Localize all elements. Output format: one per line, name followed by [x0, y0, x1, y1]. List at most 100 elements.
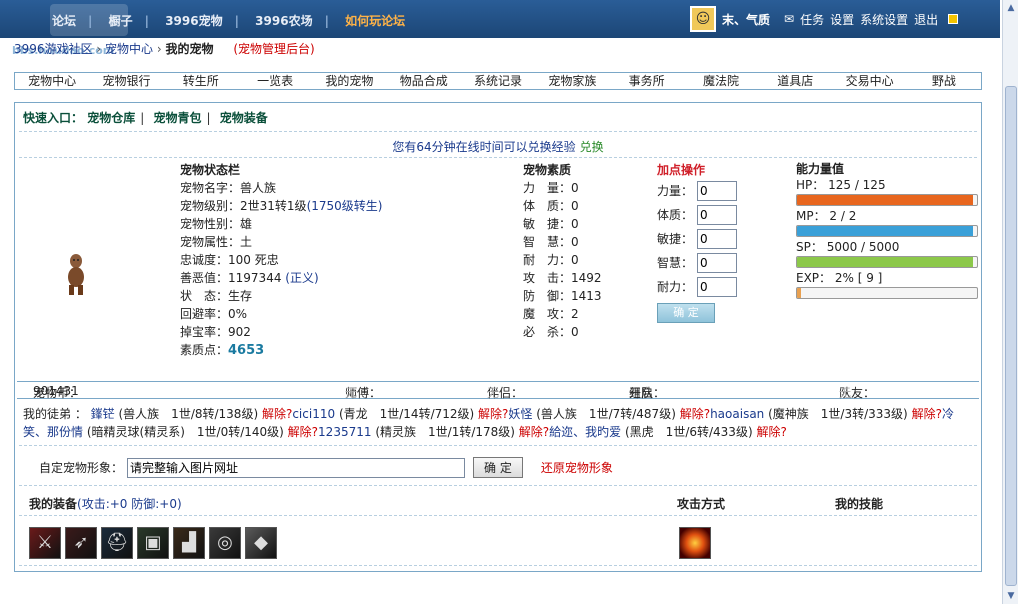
quality-row-critical: 必 杀：0 [523, 325, 579, 339]
divider [19, 515, 977, 516]
disciple-remove-link[interactable]: 解除? [519, 425, 549, 439]
breadcrumb-current: 我的宠物 [165, 42, 214, 56]
top-nav-howto[interactable]: 如何玩论坛 [345, 14, 405, 28]
disciple-remove-link[interactable]: 解除? [680, 407, 710, 421]
disciple-name[interactable]: haoaisan [710, 407, 764, 421]
restore-image-link[interactable]: 还原宠物形象 [541, 459, 613, 476]
quick-link-warehouse[interactable]: 宠物仓库 [87, 111, 135, 125]
admin-link[interactable]: (宠物管理后台) [233, 42, 314, 56]
status-row-state: 状 态：生存 [180, 289, 253, 303]
custom-image-confirm-button[interactable]: 确 定 [473, 457, 523, 478]
disciple-info: (精灵族 1世/1转/178级) [375, 425, 515, 439]
top-nav-chuzi[interactable]: 橱子 [109, 14, 133, 28]
menu-item-shop[interactable]: 道具店 [758, 73, 832, 89]
disciple-remove-link[interactable]: 解除? [288, 425, 318, 439]
status-row-level: 宠物级别：2世31转1级(1750级转生) [180, 199, 383, 213]
disciple-name[interactable]: 鎽铓 [91, 407, 115, 421]
attack-method-title: 攻击方式 [677, 497, 726, 511]
scrollbar-thumb[interactable] [1005, 86, 1017, 586]
top-nav-pets[interactable]: 3996宠物 [165, 14, 222, 28]
settings-link[interactable]: 设置 [830, 11, 854, 28]
pet-quality-column: 宠物素质 力 量：0 体 质：0 敏 捷：0 智 慧：0 耐 力：0 攻 击：1… [523, 161, 602, 341]
system-settings-link[interactable]: 系统设置 [860, 11, 908, 28]
status-row-gender: 宠物性别：雄 [180, 217, 253, 231]
wisdom-input[interactable] [697, 253, 738, 273]
bow-icon[interactable]: ➶ [65, 527, 97, 559]
nav-separator: | [88, 14, 93, 28]
boots-icon[interactable]: ▟ [173, 527, 205, 559]
disciple-name[interactable]: 妖怪 [508, 407, 532, 421]
nav-separator: | [324, 14, 329, 28]
attack-method-icon[interactable] [679, 527, 711, 559]
disciple-info: (兽人族 1世/8转/138级) [118, 407, 259, 421]
menu-pet-bank[interactable]: 宠物银行 [89, 73, 163, 89]
menu-system-log[interactable]: 系统记录 [461, 73, 535, 89]
quick-link-bag[interactable]: 宠物青包 [153, 111, 201, 125]
menu-pet-family[interactable]: 宠物家族 [535, 73, 609, 89]
status-row-attribute: 宠物属性：土 [180, 235, 253, 249]
add-row-stamina: 耐力： [657, 275, 738, 299]
top-nav-forum[interactable]: 论坛 [52, 14, 76, 28]
notification-icon[interactable] [948, 14, 959, 24]
task-link[interactable]: 任务 [800, 11, 824, 28]
menu-pet-center[interactable]: 宠物中心 [15, 73, 89, 89]
quick-link-equipment[interactable]: 宠物装备 [220, 111, 268, 125]
disciple-remove-link[interactable]: 解除? [756, 425, 786, 439]
pet-quality-title: 宠物素质 [523, 163, 572, 177]
vertical-scrollbar[interactable]: ▲ ▼ [1002, 0, 1018, 604]
menu-my-pet[interactable]: 我的宠物 [312, 73, 386, 89]
add-points-confirm-button[interactable]: 确 定 [657, 303, 715, 323]
menu-overview[interactable]: 一览表 [238, 73, 312, 89]
ring-icon[interactable]: ◎ [209, 527, 241, 559]
my-skills-title: 我的技能 [835, 497, 884, 511]
avatar[interactable]: ☺ [690, 6, 716, 32]
sp-bar [796, 256, 978, 268]
logout-link[interactable]: 退出 [914, 11, 938, 28]
image-url-input[interactable] [127, 457, 466, 478]
menu-item-synthesis[interactable]: 物品合成 [387, 73, 461, 89]
sp-label: SP： 5000 / 5000 [796, 240, 900, 254]
disciple-remove-link[interactable]: 解除? [478, 407, 508, 421]
disciple-name[interactable]: 給迩、我旳爱 [549, 425, 621, 439]
add-row-strength: 力量： [657, 179, 738, 203]
strength-input[interactable] [697, 181, 738, 201]
constitution-input[interactable] [697, 205, 738, 225]
quality-row-magic-attack: 魔 攻：2 [523, 307, 579, 321]
add-row-wisdom: 智慧： [657, 251, 738, 275]
helmet-icon[interactable]: ⛑ [101, 527, 133, 559]
disciple-remove-link[interactable]: 解除? [912, 407, 942, 421]
divider [19, 131, 977, 132]
quick-separator: | [140, 111, 145, 125]
scroll-up-icon[interactable]: ▲ [1005, 2, 1017, 14]
shield-icon[interactable]: ◆ [245, 527, 277, 559]
menu-field-battle[interactable]: 野战 [907, 73, 981, 89]
menu-magic-academy[interactable]: 魔法院 [684, 73, 758, 89]
pet-main-panel: 快速入口： 宠物仓库 | 宠物青包 | 宠物装备 您有64分钟在线时间可以兑换经验兑… [14, 102, 982, 572]
quick-separator: | [206, 111, 211, 125]
disciple-remove-link[interactable]: 解除? [262, 407, 292, 421]
breadcrumb-community[interactable]: 3996游戏社区 [14, 42, 93, 56]
disciple-name[interactable]: cici110 [292, 407, 335, 421]
menu-trade-center[interactable]: 交易中心 [832, 73, 906, 89]
online-time-notice: 您有64分钟在线时间可以兑换经验 兑换 [15, 138, 981, 155]
sword-icon[interactable]: ⚔ [29, 527, 61, 559]
add-row-agility: 敏捷： [657, 227, 738, 251]
custom-pet-image-form: 自定宠物形象： 确 定 还原宠物形象 [39, 457, 613, 478]
disciple-name[interactable]: 1235711 [318, 425, 371, 439]
menu-rebirth[interactable]: 转生所 [164, 73, 238, 89]
armor-icon[interactable]: ▣ [137, 527, 169, 559]
top-nav-farm[interactable]: 3996农场 [255, 14, 312, 28]
breadcrumb-pet-center[interactable]: 宠物中心 [105, 42, 153, 56]
scroll-down-icon[interactable]: ▼ [1005, 590, 1017, 602]
stamina-input[interactable] [697, 277, 738, 297]
abilities-column: 能力量值 HP： 125 / 125 MP： 2 / 2 SP： 5000 / … [796, 161, 978, 301]
agility-input[interactable] [697, 229, 738, 249]
username[interactable]: 末、气质 [722, 11, 770, 28]
custom-image-label: 自定宠物形象： [39, 461, 124, 475]
menu-office[interactable]: 事务所 [610, 73, 684, 89]
breadcrumb-separator: › [156, 42, 162, 56]
exchange-link[interactable]: 兑换 [580, 140, 604, 154]
pet-status-column: 宠物状态栏 宠物名字：兽人族 宠物级别：2世31转1级(1750级转生) 宠物性… [180, 161, 382, 360]
disciples-list: 我的徒弟 ： 鎽铓 (兽人族 1世/8转/138级) 解除?cici110 (青… [23, 405, 971, 441]
disciple-info: (黑虎 1世/6转/433级) [625, 425, 753, 439]
